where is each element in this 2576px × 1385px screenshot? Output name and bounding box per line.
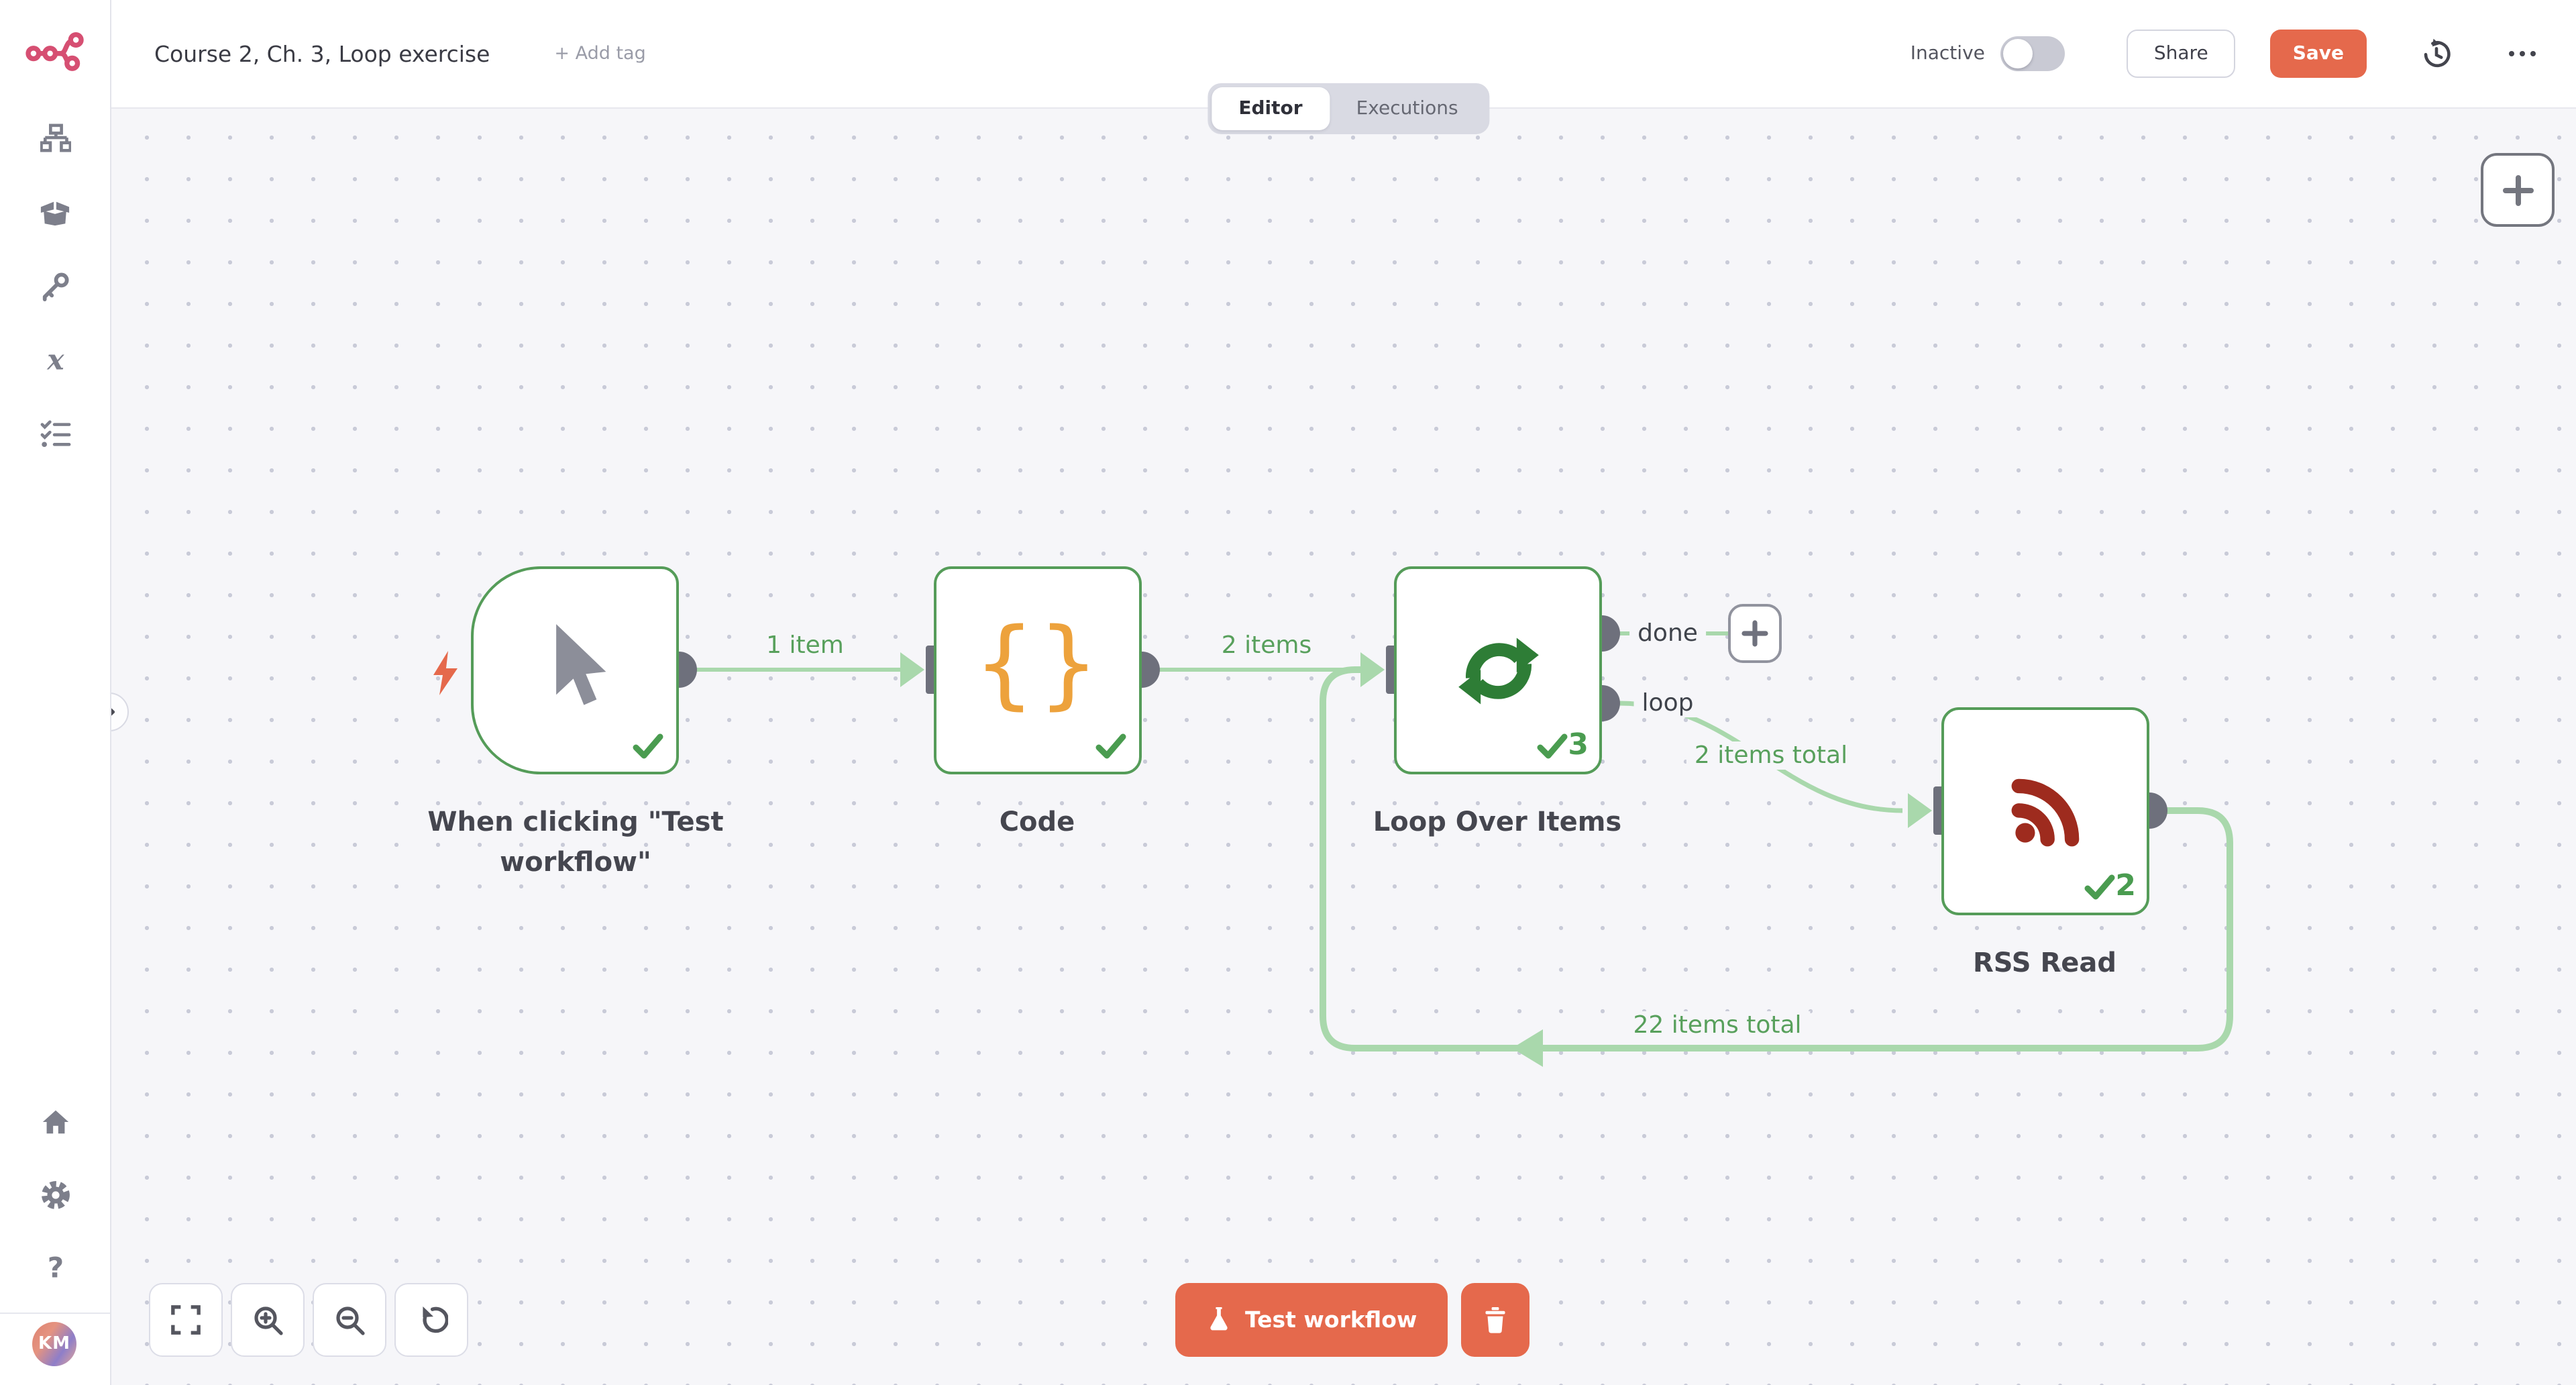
undo-icon — [415, 1304, 447, 1336]
sidebar-item-home[interactable] — [27, 1094, 83, 1150]
check-icon — [631, 729, 665, 764]
view-tabs: Editor Executions — [1208, 83, 1489, 134]
sidebar-item-variables[interactable]: x — [27, 331, 83, 388]
sidebar-bottom-nav: ? — [0, 1094, 110, 1295]
sidebar-item-help[interactable]: ? — [27, 1239, 83, 1295]
wire-label-22-items-total: 22 items total — [1625, 1011, 1809, 1039]
fit-view-button[interactable] — [149, 1283, 223, 1357]
workflows-icon — [40, 123, 70, 154]
plus-icon — [1740, 619, 1770, 648]
cursor-icon — [541, 621, 608, 709]
node-label-code: Code — [903, 801, 1171, 841]
zoom-in-button[interactable] — [231, 1283, 305, 1357]
run-count: 3 — [1568, 731, 1589, 761]
zoom-in-icon — [252, 1304, 284, 1336]
node-label-trigger: When clicking "Test workflow" — [411, 801, 741, 882]
sidebar-item-credentials[interactable] — [27, 258, 83, 314]
node-status-success — [631, 729, 665, 764]
node-label-loop: Loop Over Items — [1363, 801, 1631, 841]
templates-box-icon — [39, 197, 71, 227]
tab-editor[interactable]: Editor — [1212, 87, 1329, 130]
run-count: 2 — [2115, 872, 2136, 902]
svg-text:x: x — [46, 344, 64, 375]
gear-icon — [40, 1179, 70, 1210]
question-icon: ? — [40, 1251, 70, 1282]
sidebar-nav: x — [27, 110, 83, 462]
avatar[interactable]: KM — [32, 1322, 76, 1366]
trash-icon — [1481, 1305, 1509, 1335]
key-icon — [40, 270, 70, 301]
node-status-success — [1093, 729, 1128, 764]
tab-executions[interactable]: Executions — [1330, 87, 1485, 130]
n8n-app: x ? KM Course 2, Ch. 3, Loop exercise + … — [0, 0, 2576, 1385]
sidebar-item-settings[interactable] — [27, 1166, 83, 1223]
add-node-from-done-button[interactable] — [1728, 604, 1782, 663]
n8n-logo-icon[interactable] — [25, 30, 85, 72]
test-workflow-button[interactable]: Test workflow — [1175, 1283, 1448, 1357]
trigger-bolt-icon — [431, 651, 462, 695]
sidebar-item-executions[interactable] — [27, 405, 83, 462]
loop-icon — [1454, 626, 1542, 715]
node-code[interactable]: {} — [934, 566, 1142, 774]
sidebar: x ? KM — [0, 0, 111, 1385]
home-icon — [40, 1107, 70, 1137]
wire-label-1-item: 1 item — [758, 631, 852, 660]
sidebar-divider — [0, 1313, 110, 1314]
rss-icon — [2005, 771, 2086, 852]
add-node-button[interactable] — [2481, 153, 2555, 227]
list-check-icon — [40, 418, 70, 449]
save-button[interactable]: Save — [2270, 30, 2367, 78]
workflow-title[interactable]: Course 2, Ch. 3, Loop exercise — [154, 41, 490, 66]
workflow-status-label: Inactive — [1911, 43, 1985, 64]
node-status-success: 3 — [1534, 729, 1589, 764]
wire-label-2-items-total: 2 items total — [1686, 741, 1856, 770]
delete-workflow-button[interactable] — [1461, 1283, 1529, 1357]
workflow-active-toggle[interactable] — [2001, 36, 2065, 71]
plus-icon — [2500, 172, 2535, 207]
node-when-clicking-test-workflow[interactable] — [471, 566, 679, 774]
add-tag-button[interactable]: + Add tag — [554, 43, 645, 64]
canvas-controls — [149, 1283, 468, 1357]
svg-text:?: ? — [47, 1251, 63, 1282]
output-label-loop: loop — [1634, 689, 1702, 717]
node-loop-over-items[interactable]: 3 — [1394, 566, 1602, 774]
node-status-success: 2 — [2082, 870, 2136, 905]
reset-zoom-button[interactable] — [394, 1283, 468, 1357]
test-workflow-label: Test workflow — [1245, 1307, 1417, 1333]
check-icon — [2082, 870, 2116, 905]
flask-icon — [1206, 1306, 1232, 1334]
workflow-history-button[interactable] — [2412, 31, 2458, 76]
history-icon — [2419, 38, 2451, 70]
toggle-knob — [2004, 39, 2033, 68]
variables-icon: x — [40, 344, 70, 375]
zoom-out-button[interactable] — [313, 1283, 386, 1357]
share-button[interactable]: Share — [2127, 30, 2235, 78]
check-icon — [1093, 729, 1128, 764]
sidebar-item-workflows[interactable] — [27, 110, 83, 166]
check-icon — [1534, 729, 1569, 764]
node-label-rss: RSS Read — [1911, 942, 2179, 982]
more-options-button[interactable] — [2498, 31, 2546, 76]
workflow-canvas[interactable] — [110, 109, 2576, 1385]
output-label-done: done — [1629, 619, 1706, 648]
sidebar-item-templates[interactable] — [27, 184, 83, 240]
zoom-out-icon — [333, 1304, 366, 1336]
wire-label-2-items: 2 items — [1214, 631, 1320, 660]
node-rss-read[interactable]: 2 — [1941, 707, 2149, 915]
code-braces-icon: {} — [973, 606, 1102, 719]
fit-view-icon — [170, 1304, 201, 1335]
